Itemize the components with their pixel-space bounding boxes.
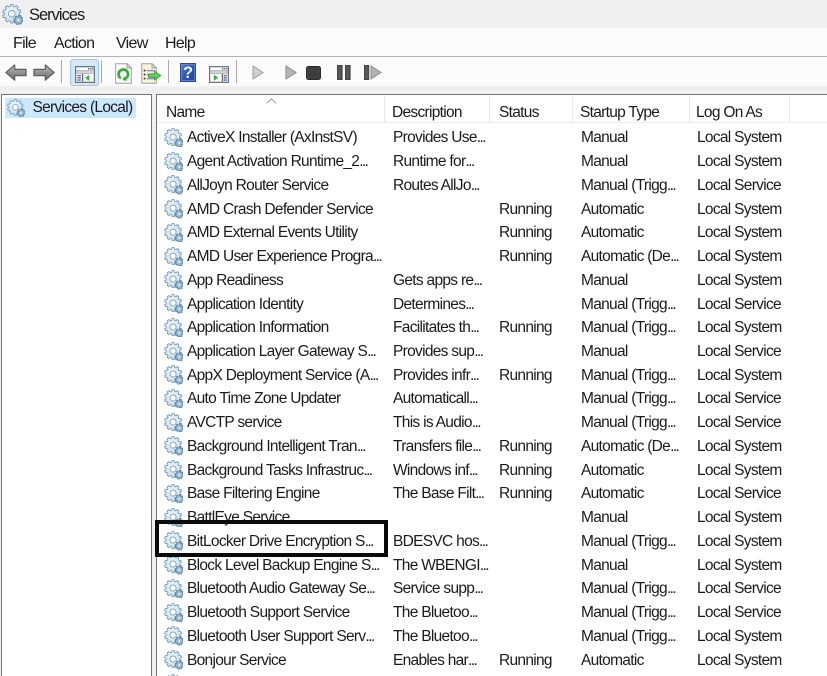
svg-text:?: ?	[183, 64, 193, 82]
